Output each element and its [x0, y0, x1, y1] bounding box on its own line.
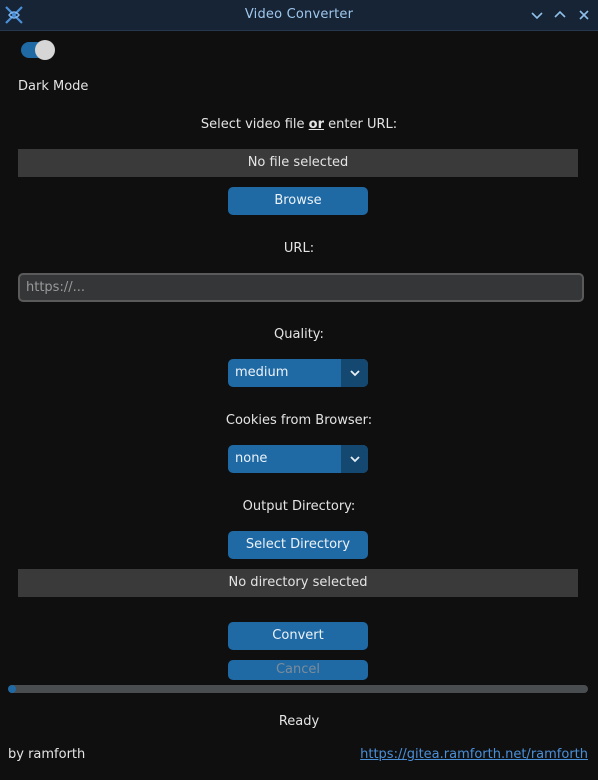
progress-bar — [8, 685, 588, 693]
file-status: No file selected — [18, 149, 578, 177]
quality-label: Quality: — [274, 327, 324, 342]
title-bar: Video Converter — [0, 0, 598, 31]
minimize-icon[interactable] — [529, 7, 545, 23]
select-prefix-text: Select video file — [200, 117, 309, 132]
or-text: or — [308, 117, 325, 132]
author-label: by ramforth — [8, 747, 86, 762]
dark-mode-label: Dark Mode — [18, 79, 89, 94]
url-input[interactable]: https://... — [18, 273, 584, 302]
browse-button[interactable]: Browse — [228, 187, 368, 215]
url-label: URL: — [283, 241, 315, 256]
cancel-button[interactable]: Cancel — [228, 660, 368, 680]
select-file-label: Select video file or enter URL: — [0, 117, 598, 132]
convert-button[interactable]: Convert — [228, 622, 368, 650]
cookies-label: Cookies from Browser: — [225, 413, 373, 428]
select-directory-button[interactable]: Select Directory — [228, 531, 368, 559]
output-directory-label: Output Directory: — [242, 499, 356, 514]
toggle-knob — [35, 40, 55, 60]
maximize-icon[interactable] — [552, 7, 568, 23]
status-text: Ready — [278, 714, 320, 729]
chevron-down-icon[interactable] — [341, 445, 368, 473]
progress-fill — [8, 685, 16, 693]
window-title: Video Converter — [244, 7, 354, 22]
cookies-value: none — [235, 451, 268, 466]
cookies-dropdown[interactable]: none — [228, 445, 368, 473]
close-icon[interactable] — [576, 7, 592, 23]
chevron-down-icon[interactable] — [341, 359, 368, 387]
directory-status: No directory selected — [18, 569, 578, 597]
quality-dropdown[interactable]: medium — [228, 359, 368, 387]
repo-link[interactable]: https://gitea.ramforth.net/ramforth — [360, 747, 588, 762]
dark-mode-toggle[interactable] — [21, 40, 55, 60]
select-suffix-text: enter URL: — [324, 117, 398, 132]
quality-value: medium — [235, 365, 289, 380]
